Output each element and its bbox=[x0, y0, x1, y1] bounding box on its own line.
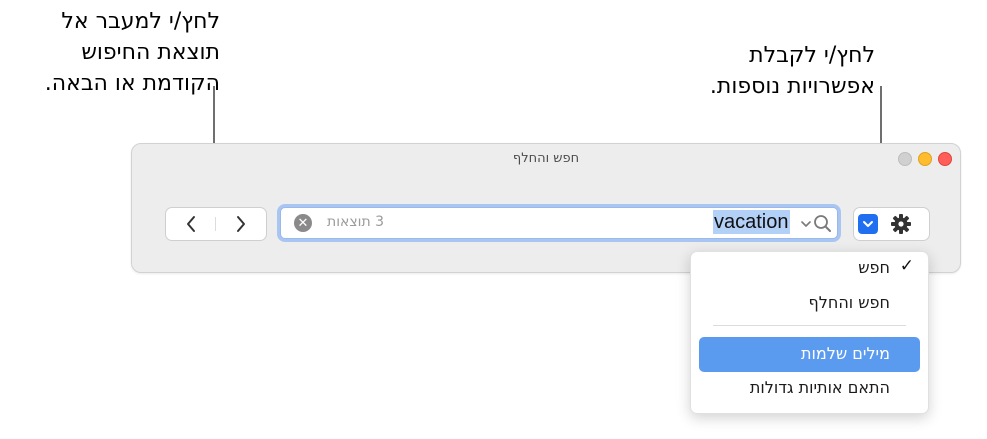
callout-line: אפשרויות נוספות. bbox=[709, 74, 875, 99]
search-field[interactable]: ✕ 3 תוצאות vacation bbox=[280, 207, 838, 239]
options-dropdown-toggle[interactable] bbox=[858, 214, 878, 234]
menu-item-find-replace[interactable]: חפש והחלף bbox=[809, 293, 890, 312]
checkmark-icon: ✓ bbox=[899, 256, 914, 275]
gear-icon bbox=[891, 214, 911, 234]
result-count: 3 תוצאות bbox=[327, 214, 385, 230]
previous-result-button[interactable] bbox=[166, 208, 216, 240]
callout-line: הקודמת או הבאה. bbox=[44, 71, 220, 96]
close-button[interactable] bbox=[938, 152, 952, 166]
menu-item-match-case[interactable]: התאם אותיות גדולות bbox=[750, 378, 890, 397]
search-input[interactable]: vacation bbox=[713, 210, 790, 234]
clear-search-icon[interactable]: ✕ bbox=[294, 214, 312, 232]
options-button[interactable] bbox=[853, 207, 930, 241]
callout-line: לחץ/י למעבר אל bbox=[61, 9, 220, 34]
menu-separator bbox=[713, 325, 906, 326]
options-menu: ✓ חפש חפש והחלף מילים שלמות התאם אותיות … bbox=[690, 251, 929, 414]
chevron-left-icon bbox=[187, 216, 195, 232]
callout-options: לחץ/י לקבלת אפשרויות נוספות. bbox=[660, 40, 875, 102]
next-result-button[interactable] bbox=[216, 208, 266, 240]
menu-item-label: מילים שלמות bbox=[801, 344, 890, 363]
minimize-button[interactable] bbox=[918, 152, 932, 166]
chevron-right-icon bbox=[237, 216, 245, 232]
callout-navigation: לחץ/י למעבר אל תוצאת החיפוש הקודמת או הב… bbox=[6, 6, 220, 99]
search-icon[interactable] bbox=[801, 214, 831, 234]
zoom-button[interactable] bbox=[898, 152, 912, 166]
callout-line: לחץ/י לקבלת bbox=[749, 43, 875, 68]
titlebar: חפש והחלף bbox=[132, 144, 960, 174]
menu-item-label: חפש bbox=[858, 258, 890, 277]
callout-line: תוצאת החיפוש bbox=[81, 40, 220, 65]
result-navigation bbox=[165, 207, 267, 241]
window-title: חפש והחלף bbox=[512, 151, 580, 166]
chevron-down-icon bbox=[863, 221, 873, 227]
